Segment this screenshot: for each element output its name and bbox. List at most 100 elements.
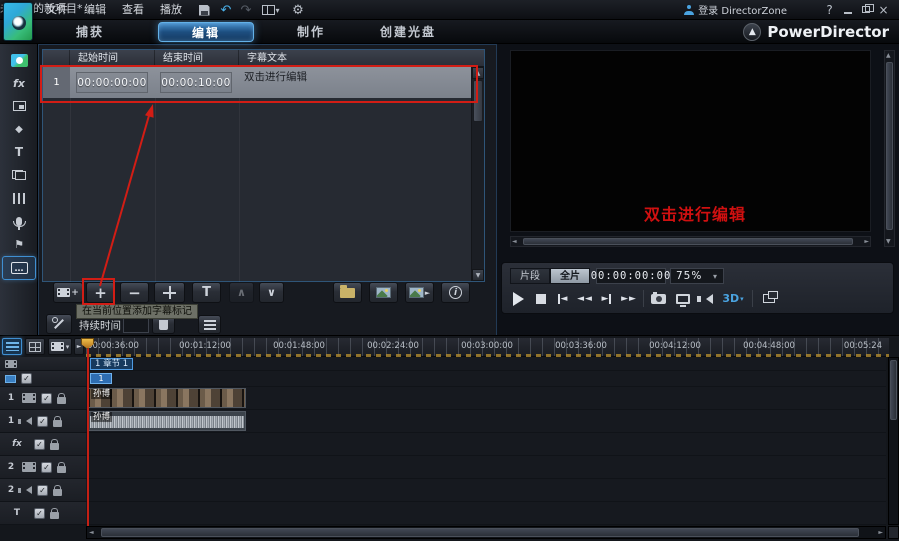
close-button[interactable]: × bbox=[876, 2, 891, 17]
left-arrow-icon[interactable]: ◄ bbox=[89, 529, 94, 536]
tab-edit[interactable]: 编辑 bbox=[158, 22, 254, 42]
zoom-dropdown[interactable]: 75% ▾ bbox=[670, 268, 724, 284]
timeline-view-button[interactable] bbox=[2, 338, 22, 355]
track-enable-checkbox[interactable]: ✓ bbox=[37, 416, 48, 427]
track-enable-checkbox[interactable]: ✓ bbox=[41, 393, 52, 404]
view-options-button[interactable]: ▾ bbox=[48, 338, 72, 355]
menu-view[interactable]: 查看 bbox=[116, 0, 150, 19]
info-button[interactable]: i bbox=[441, 282, 470, 303]
scroll-down-button[interactable]: ▼ bbox=[472, 269, 484, 281]
left-arrow-icon[interactable]: ◄ bbox=[512, 238, 517, 245]
tab-create-disc[interactable]: 创建光盘 bbox=[352, 22, 464, 42]
import-subtitle-file-button[interactable] bbox=[333, 282, 362, 303]
playhead-line[interactable] bbox=[87, 338, 89, 526]
timeline-vscrollbar[interactable] bbox=[888, 357, 899, 525]
lock-icon[interactable] bbox=[53, 420, 62, 427]
title-track[interactable] bbox=[86, 502, 886, 525]
add-subtitles-from-file-button[interactable]: + bbox=[53, 282, 83, 303]
subtitle-wand-button[interactable] bbox=[46, 314, 72, 334]
subtitle-room-button[interactable]: … bbox=[2, 256, 36, 280]
previous-frame-button[interactable]: ◄ bbox=[552, 288, 573, 309]
track-enable-checkbox[interactable]: ✓ bbox=[34, 439, 45, 450]
subtitle-table-scrollbar[interactable]: ▲ ▼ bbox=[471, 67, 484, 281]
down-arrow-icon[interactable]: ▼ bbox=[886, 238, 891, 245]
add-subtitle-marker-button[interactable]: + bbox=[86, 282, 115, 303]
lock-icon[interactable] bbox=[50, 443, 59, 450]
scroll-thumb[interactable] bbox=[473, 80, 483, 122]
effects-room-button[interactable]: fx bbox=[5, 73, 33, 93]
timeline-hscrollbar[interactable]: ◄ ► bbox=[86, 526, 886, 539]
timecode-display[interactable]: 00:00:00:00 bbox=[596, 268, 666, 284]
right-arrow-icon[interactable]: ► bbox=[864, 238, 869, 245]
preview-hscrollbar[interactable]: ◄ ► bbox=[510, 236, 871, 247]
scroll-thumb[interactable] bbox=[886, 62, 893, 230]
stop-button[interactable] bbox=[530, 288, 551, 309]
minimize-button[interactable] bbox=[840, 2, 855, 17]
track-enable-checkbox[interactable]: ✓ bbox=[37, 485, 48, 496]
lock-icon[interactable] bbox=[57, 466, 66, 473]
3d-mode-button[interactable]: 3D▾ bbox=[718, 288, 748, 309]
settings-button[interactable]: ⚙ bbox=[288, 2, 308, 18]
lock-icon[interactable] bbox=[53, 489, 62, 496]
title-room-button[interactable]: T bbox=[5, 142, 33, 162]
next-frame-button[interactable]: ► bbox=[596, 288, 617, 309]
menu-edit[interactable]: 编辑 bbox=[78, 0, 112, 19]
scroll-thumb[interactable] bbox=[890, 360, 897, 420]
video-clip[interactable]: 孙博 bbox=[88, 388, 246, 408]
tab-capture[interactable]: 捕获 bbox=[42, 22, 138, 42]
subtitle-row[interactable]: 1 00:00:00:00 00:00:10:00 双击进行编辑 bbox=[43, 67, 471, 98]
voiceover-room-button[interactable] bbox=[5, 211, 33, 231]
particle-room-button[interactable]: ◆ bbox=[5, 119, 33, 139]
import-image-button[interactable] bbox=[369, 282, 398, 303]
media-room-button[interactable] bbox=[5, 50, 33, 70]
tab-produce[interactable]: 制作 bbox=[263, 22, 359, 42]
lock-icon[interactable] bbox=[57, 397, 66, 404]
track-enable-checkbox[interactable]: ✓ bbox=[41, 462, 52, 473]
export-subtitle-button[interactable]: ► bbox=[405, 282, 434, 303]
audio-mixing-room-button[interactable] bbox=[5, 188, 33, 208]
video-track-1[interactable]: 孙博 bbox=[86, 387, 886, 410]
snapshot-button[interactable] bbox=[648, 288, 669, 309]
track-manager-button[interactable] bbox=[25, 338, 45, 355]
clip-mode-button[interactable]: 片段 bbox=[510, 268, 550, 284]
fast-forward-button[interactable]: ►► bbox=[618, 288, 639, 309]
range-marker[interactable]: 1 bbox=[90, 373, 112, 384]
undo-button[interactable]: ↶ bbox=[216, 2, 236, 18]
resize-grip[interactable] bbox=[888, 526, 899, 539]
video-track-2[interactable] bbox=[86, 456, 886, 479]
movie-mode-button[interactable]: 全片 bbox=[550, 268, 590, 284]
menu-file[interactable]: 文件 bbox=[40, 0, 74, 19]
scroll-up-button[interactable]: ▲ bbox=[472, 67, 484, 79]
volume-button[interactable] bbox=[696, 288, 717, 309]
pip-objects-room-button[interactable] bbox=[5, 96, 33, 116]
undock-preview-button[interactable] bbox=[758, 288, 779, 309]
subtitle-end-time[interactable]: 00:00:10:00 bbox=[160, 72, 232, 93]
text-properties-button[interactable]: T bbox=[192, 282, 221, 303]
marker-track[interactable]: 1 章节 1 bbox=[86, 357, 886, 371]
right-arrow-icon[interactable]: ► bbox=[878, 529, 883, 536]
up-arrow-icon[interactable]: ▲ bbox=[886, 52, 891, 59]
split-subtitle-button[interactable] bbox=[154, 282, 185, 303]
subtitle-start-time[interactable]: 00:00:00:00 bbox=[76, 72, 148, 93]
menu-play[interactable]: 播放 bbox=[154, 0, 188, 19]
track-enable-checkbox[interactable]: ✓ bbox=[21, 373, 32, 384]
directorzone-login-link[interactable]: 登录 DirectorZone bbox=[684, 0, 787, 19]
play-button[interactable] bbox=[508, 288, 529, 309]
restore-button[interactable] bbox=[858, 2, 873, 17]
scroll-thumb[interactable] bbox=[523, 238, 853, 245]
redo-button[interactable]: ↷ bbox=[236, 2, 256, 18]
subtitle-list-button[interactable] bbox=[198, 315, 221, 334]
next-subtitle-button[interactable]: ∨ bbox=[259, 282, 284, 303]
chapter-track[interactable]: 1 bbox=[86, 371, 886, 387]
preview-vscrollbar[interactable]: ▲ ▼ bbox=[884, 50, 895, 247]
effect-track[interactable] bbox=[86, 433, 886, 456]
help-button[interactable]: ? bbox=[822, 2, 837, 17]
remove-subtitle-marker-button[interactable]: − bbox=[120, 282, 149, 303]
track-enable-checkbox[interactable]: ✓ bbox=[34, 508, 45, 519]
audio-clip[interactable]: 孙博 bbox=[88, 411, 246, 431]
audio-track-2[interactable] bbox=[86, 479, 886, 502]
chapter-marker[interactable]: 1 章节 1 bbox=[90, 358, 133, 370]
subtitle-text-cell[interactable]: 双击进行编辑 bbox=[238, 67, 471, 98]
audio-track-1[interactable]: 孙博 bbox=[86, 410, 886, 433]
chapter-room-button[interactable]: ⚑ bbox=[5, 234, 33, 254]
